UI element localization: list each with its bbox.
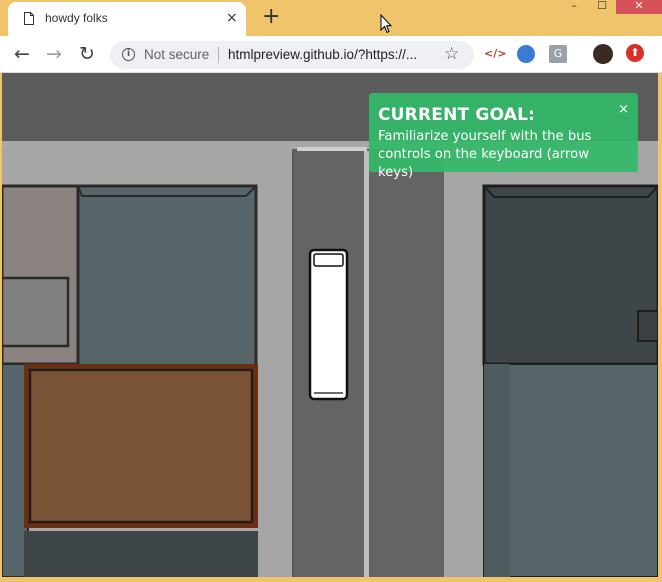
back-button[interactable]: ← — [11, 43, 33, 65]
browser-toolbar: ← → ↻ i Not secure htmlpreview.github.io… — [0, 36, 662, 73]
bus[interactable] — [308, 248, 349, 401]
building-teal — [76, 184, 258, 368]
close-window-button[interactable]: ✕ — [616, 0, 662, 14]
browser-tab[interactable]: howdy folks × — [8, 2, 246, 36]
goal-text: Familiarize yourself with the bus contro… — [378, 129, 592, 180]
goal-panel: CURRENT GOAL: × Familiarize yourself wit… — [369, 93, 638, 180]
star-icon[interactable]: ☆ — [444, 44, 459, 64]
address-bar[interactable]: i Not secure htmlpreview.github.io/?http… — [110, 41, 474, 69]
minimize-button[interactable]: – — [560, 0, 588, 14]
goal-title: CURRENT GOAL: — [378, 105, 536, 125]
goal-close-icon[interactable]: × — [618, 102, 629, 117]
stop-line — [297, 147, 367, 151]
reload-button[interactable]: ↻ — [76, 43, 98, 65]
g-extension-icon[interactable]: G — [549, 45, 567, 63]
maximize-button[interactable]: ☐ — [588, 0, 616, 14]
rooftop-unit — [637, 310, 658, 342]
url-text[interactable]: htmlpreview.github.io/?https://... — [228, 47, 417, 62]
building-teal-right — [483, 363, 658, 577]
window-controls: – ☐ ✕ — [560, 0, 662, 16]
building-gray — [2, 276, 70, 348]
tab-close-icon[interactable]: × — [226, 10, 238, 26]
game-canvas[interactable]: CURRENT GOAL: × Familiarize yourself wit… — [2, 73, 658, 577]
forward-button[interactable]: → — [43, 43, 65, 65]
building-dark-lower — [24, 531, 258, 577]
profile-avatar[interactable] — [593, 44, 613, 64]
building-brown — [28, 368, 254, 524]
page-icon — [24, 12, 34, 25]
new-tab-button[interactable]: + — [262, 5, 280, 29]
browser-titlebar: howdy folks × + – ☐ ✕ — [0, 0, 662, 36]
lane-line — [364, 151, 369, 577]
code-extension-icon[interactable]: </> — [484, 45, 506, 63]
building-dark — [482, 184, 658, 366]
mouse-cursor-icon — [380, 14, 392, 34]
tab-title: howdy folks — [45, 11, 108, 25]
browser-extension-icon[interactable] — [517, 45, 535, 63]
building-teal-right-side — [484, 364, 510, 577]
info-icon[interactable]: i — [122, 48, 135, 61]
security-label[interactable]: Not secure — [144, 47, 209, 62]
update-extension-icon[interactable]: ⬆ — [626, 44, 644, 62]
omnibox-divider — [218, 47, 219, 63]
